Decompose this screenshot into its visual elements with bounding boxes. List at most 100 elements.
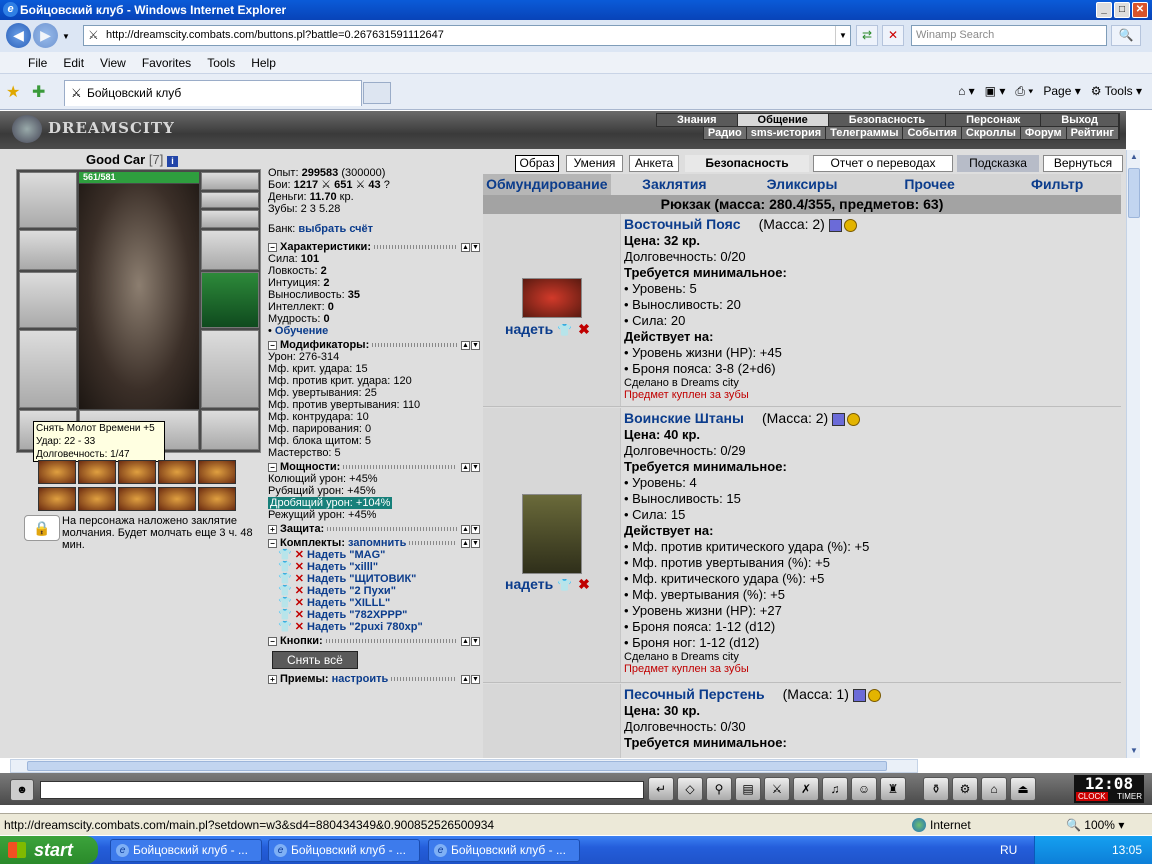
gloves-slot[interactable] (201, 230, 259, 270)
move-icon[interactable]: ▼ (471, 242, 480, 252)
kits-remember-link[interactable]: запомнить (348, 537, 406, 549)
close-button[interactable]: ✕ (1132, 2, 1148, 18)
effect-icon[interactable] (198, 460, 236, 484)
menu-view[interactable]: View (92, 52, 134, 73)
effect-icon[interactable] (198, 487, 236, 511)
sub-menu-events[interactable]: События (903, 127, 962, 139)
collapse-icon[interactable]: − (268, 538, 277, 548)
send-icon[interactable]: ↵ (648, 777, 674, 801)
earrings-slot[interactable] (201, 172, 259, 190)
menu-edit[interactable]: Edit (55, 52, 92, 73)
move-icon[interactable]: ▲ (461, 524, 470, 534)
delete-kit-icon[interactable]: ✕ (295, 621, 307, 633)
return-button[interactable]: Вернуться (1043, 155, 1123, 172)
stop-button[interactable]: ✕ (882, 25, 904, 46)
effect-icon[interactable] (158, 487, 196, 511)
skills-button[interactable]: Умения (566, 155, 623, 172)
tab-equipment[interactable]: Обмундирование (483, 174, 611, 195)
profile-button[interactable]: Анкета (629, 155, 679, 172)
effect-icon[interactable] (78, 487, 116, 511)
scroll-down-icon[interactable]: ▼ (1127, 744, 1141, 758)
page-menu[interactable]: Page ▾ (1043, 80, 1080, 102)
move-icon[interactable]: ▲ (461, 242, 470, 252)
feeds-icon[interactable]: ▣ ▾ (985, 80, 1006, 102)
kit-row[interactable]: 👕 ✕ Надеть "ЩИТОВИК" (278, 573, 480, 585)
vertical-scrollbar[interactable]: ▲ ▼ (1126, 150, 1140, 758)
search-input[interactable]: Winamp Search (911, 25, 1107, 46)
taskbar-item[interactable]: Бойцовский клуб - ... (110, 839, 262, 862)
effect-icon[interactable] (158, 460, 196, 484)
translit-icon[interactable]: ✗ (793, 777, 819, 801)
item-name[interactable]: Восточный Пояс (624, 216, 741, 232)
move-icon[interactable]: ▲ (461, 538, 470, 548)
weapon-slot[interactable] (19, 272, 77, 328)
delete-kit-icon[interactable]: ✕ (295, 561, 307, 573)
settings-icon[interactable]: ⚙ (952, 777, 978, 801)
delete-kit-icon[interactable]: ✕ (295, 549, 307, 561)
scroll-thumb[interactable] (1128, 168, 1140, 218)
effect-icon[interactable] (118, 460, 156, 484)
maximize-button[interactable]: □ (1114, 2, 1130, 18)
bracers-slot[interactable] (19, 230, 77, 270)
exit-icon[interactable]: ⏏ (1010, 777, 1036, 801)
transfers-report-button[interactable]: Отчет о переводах (813, 155, 953, 172)
info-icon[interactable]: i (166, 156, 178, 167)
top-menu-security[interactable]: Безопасность (829, 114, 947, 126)
put-on-link[interactable]: надеть 👕 ✖ (505, 576, 590, 593)
print-icon[interactable]: ⎙ ▾ (1015, 80, 1033, 102)
delete-icon[interactable]: ✖ (578, 576, 590, 592)
address-bar[interactable]: ⚔ http://dreamscity.combats.com/buttons.… (83, 25, 851, 46)
kit-row[interactable]: 👕 ✕ Надеть "XILLL" (278, 597, 480, 609)
kit-label[interactable]: Надеть "xilll" (307, 561, 378, 573)
menu-file[interactable]: File (20, 52, 55, 73)
rings-slot[interactable] (201, 210, 259, 228)
lock-icon[interactable]: ⌂ (981, 777, 1007, 801)
add-favorite-icon[interactable]: ✚ (32, 82, 45, 102)
effect-icon[interactable] (118, 487, 156, 511)
tab-spells[interactable]: Заклятия (611, 174, 739, 195)
effect-icon[interactable] (38, 460, 76, 484)
techniques-link[interactable]: настроить (332, 673, 389, 685)
expand-icon[interactable]: + (268, 674, 277, 684)
chat-user-icon[interactable]: ☻ (10, 779, 34, 801)
kit-label[interactable]: Надеть "XILLL" (307, 597, 390, 609)
hscroll-thumb[interactable] (27, 761, 887, 771)
collapse-icon[interactable]: − (268, 636, 277, 646)
scroll-up-icon[interactable]: ▲ (1127, 150, 1141, 164)
shield-slot[interactable] (201, 272, 259, 328)
home-icon[interactable]: ⌂ ▾ (958, 80, 975, 102)
security-button[interactable]: Безопасность (685, 155, 809, 172)
menu-tools[interactable]: Tools (199, 52, 243, 73)
wear-icon[interactable]: 👕 (557, 578, 572, 592)
item-name[interactable]: Воинские Штаны (624, 410, 744, 426)
effect-icon[interactable] (38, 487, 76, 511)
top-menu-exit[interactable]: Выход (1041, 114, 1119, 126)
delete-kit-icon[interactable]: ✕ (295, 573, 307, 585)
item-name[interactable]: Песочный Перстень (624, 686, 765, 702)
move-icon[interactable]: ▼ (471, 340, 480, 350)
expand-icon[interactable]: + (268, 524, 277, 534)
move-icon[interactable]: ▲ (461, 340, 470, 350)
sub-menu-forum[interactable]: Форум (1021, 127, 1067, 139)
chat-input[interactable] (40, 781, 644, 799)
sub-menu-telegrams[interactable]: Телеграммы (826, 127, 904, 139)
sound-icon[interactable]: ♫ (822, 777, 848, 801)
new-tab-button[interactable] (363, 82, 391, 104)
horizontal-scrollbar[interactable] (10, 759, 918, 773)
refresh-button[interactable]: ⇄ (856, 25, 878, 46)
back-button[interactable]: ◀ (6, 23, 31, 48)
helmet-slot[interactable] (19, 172, 77, 228)
forward-button[interactable]: ▶ (33, 23, 58, 48)
delete-icon[interactable]: ✖ (578, 321, 590, 337)
hint-button[interactable]: Подсказка (957, 155, 1039, 172)
kit-label[interactable]: Надеть "2puxi 780xp" (307, 621, 423, 633)
delete-kit-icon[interactable]: ✕ (295, 585, 307, 597)
tab-other[interactable]: Прочее (866, 174, 994, 195)
kit-label[interactable]: Надеть "MAG" (307, 549, 385, 561)
kit-row[interactable]: 👕 ✕ Надеть "2 Пухи" (278, 585, 480, 597)
favorites-star-icon[interactable]: ★ (6, 82, 20, 102)
top-menu-character[interactable]: Персонаж (946, 114, 1042, 126)
minimize-button[interactable]: _ (1096, 2, 1112, 18)
save-icon[interactable]: ▤ (735, 777, 761, 801)
kit-label[interactable]: Надеть "ЩИТОВИК" (307, 573, 416, 585)
